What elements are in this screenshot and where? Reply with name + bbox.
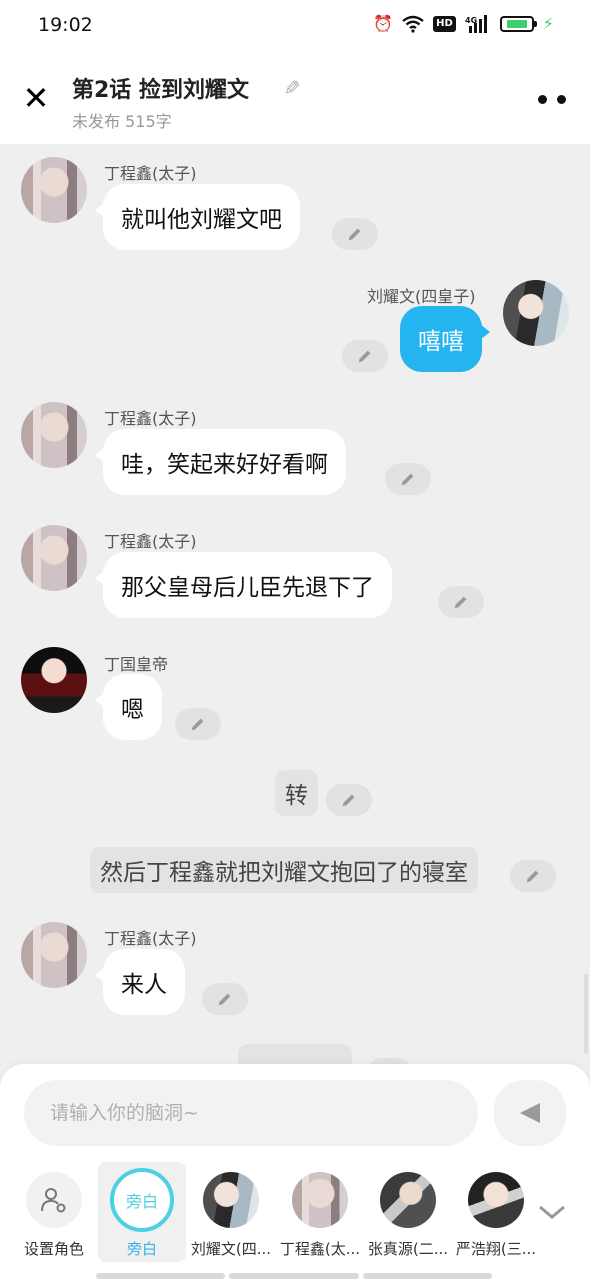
message-bubble[interactable]: 嗯	[95, 674, 162, 740]
pencil-icon	[342, 794, 355, 807]
chapter-title[interactable]: 第2话 捡到刘耀文	[72, 72, 249, 104]
sender-name: 丁程鑫(太子)	[104, 164, 197, 183]
sender-name: 丁国皇帝	[104, 655, 169, 674]
role-avatar	[292, 1172, 348, 1228]
status-icons: ⏰ HD 4G ⚡	[373, 14, 554, 33]
edit-message-button[interactable]	[438, 586, 484, 618]
role-label: 设置角色	[23, 1240, 84, 1258]
narration-bubble[interactable]: 然后丁程鑫就把刘耀文抱回了的寝室	[90, 847, 478, 893]
role-selector: 设置角色 旁白 旁白 刘耀文(四... 丁程鑫(太... 张真源(二... 严浩…	[0, 1162, 590, 1262]
4g-signal-icon: 4G	[465, 14, 491, 33]
editor-header: ✕ 第2话 捡到刘耀文 ✎ 未发布 515字	[0, 52, 590, 144]
avatar[interactable]	[21, 647, 87, 713]
pencil-icon	[358, 350, 371, 363]
close-icon: ✕	[22, 79, 50, 117]
chevron-down-icon	[539, 1205, 565, 1219]
edit-message-button[interactable]	[202, 983, 248, 1015]
role-liu-yaowen[interactable]: 刘耀文(四...	[187, 1162, 275, 1262]
role-label: 丁程鑫(太...	[279, 1240, 361, 1258]
sender-name: 刘耀文(四皇子)	[367, 287, 476, 306]
pencil-icon	[401, 473, 414, 486]
alarm-icon: ⏰	[373, 14, 394, 33]
edit-message-button[interactable]	[326, 784, 372, 816]
sender-name: 丁程鑫(太子)	[104, 409, 197, 428]
close-button[interactable]: ✕	[18, 80, 54, 116]
chat-area[interactable]: 丁程鑫(太子) 就叫他刘耀文吧 刘耀文(四皇子) 嘻嘻 丁程鑫(太子) 哇，笑起…	[0, 144, 590, 1074]
wifi-icon	[402, 15, 424, 33]
avatar[interactable]	[21, 402, 87, 468]
charging-icon: ⚡	[542, 14, 554, 33]
message-bubble[interactable]: 嘻嘻	[400, 306, 490, 372]
role-avatar	[380, 1172, 436, 1228]
message-bubble[interactable]: 就叫他刘耀文吧	[95, 184, 300, 250]
sender-name: 丁程鑫(太子)	[104, 929, 197, 948]
battery-icon	[499, 15, 537, 32]
send-icon	[520, 1103, 540, 1123]
page-indicator	[96, 1273, 492, 1279]
role-ding-chengxin[interactable]: 丁程鑫(太...	[276, 1162, 364, 1262]
role-label: 严浩翔(三...	[455, 1240, 537, 1258]
chapter-status: 未发布 515字	[72, 112, 172, 131]
set-role-button[interactable]: 设置角色	[10, 1162, 98, 1262]
pencil-icon	[218, 993, 231, 1006]
avatar[interactable]	[503, 280, 569, 346]
avatar[interactable]	[21, 157, 87, 223]
role-yan-haoxiang[interactable]: 严浩翔(三...	[452, 1162, 540, 1262]
pencil-icon	[526, 870, 539, 883]
message-input-box[interactable]	[24, 1080, 478, 1146]
edit-message-button[interactable]	[510, 860, 556, 892]
role-narrator[interactable]: 旁白 旁白	[98, 1162, 186, 1262]
edit-message-button[interactable]	[332, 218, 378, 250]
narration-bubble[interactable]: 转	[275, 770, 318, 816]
pencil-icon	[454, 596, 467, 609]
expand-roles-button[interactable]	[532, 1192, 572, 1232]
message-bubble[interactable]: 那父皇母后儿臣先退下了	[95, 552, 392, 618]
avatar[interactable]	[21, 922, 87, 988]
sender-name: 丁程鑫(太子)	[104, 532, 197, 551]
avatar[interactable]	[21, 525, 87, 591]
edit-message-button[interactable]	[175, 708, 221, 740]
person-settings-icon	[26, 1172, 82, 1228]
edit-title-icon[interactable]: ✎	[278, 74, 306, 102]
role-zhang-zhenyuan[interactable]: 张真源(二...	[364, 1162, 452, 1262]
role-avatar	[203, 1172, 259, 1228]
narrator-badge: 旁白	[110, 1168, 174, 1232]
pencil-icon	[348, 228, 361, 241]
hd-icon: HD	[433, 15, 456, 32]
message-bubble[interactable]: 来人	[95, 949, 185, 1015]
role-avatar	[468, 1172, 524, 1228]
scrollbar[interactable]	[584, 974, 588, 1054]
composer-panel: 设置角色 旁白 旁白 刘耀文(四... 丁程鑫(太... 张真源(二... 严浩…	[0, 1064, 590, 1280]
edit-message-button[interactable]	[385, 463, 431, 495]
role-label: 旁白	[126, 1240, 157, 1258]
send-button[interactable]	[494, 1080, 566, 1146]
message-bubble[interactable]: 哇，笑起来好好看啊	[95, 429, 346, 495]
role-label: 张真源(二...	[367, 1240, 449, 1258]
status-bar: 19:02 ⏰ HD 4G ⚡	[0, 0, 590, 52]
pencil-icon	[191, 718, 204, 731]
edit-message-button[interactable]	[342, 340, 388, 372]
message-input[interactable]	[50, 1102, 452, 1124]
role-label: 刘耀文(四...	[190, 1240, 272, 1258]
more-options-button[interactable]	[538, 92, 566, 106]
status-time: 19:02	[38, 14, 93, 36]
